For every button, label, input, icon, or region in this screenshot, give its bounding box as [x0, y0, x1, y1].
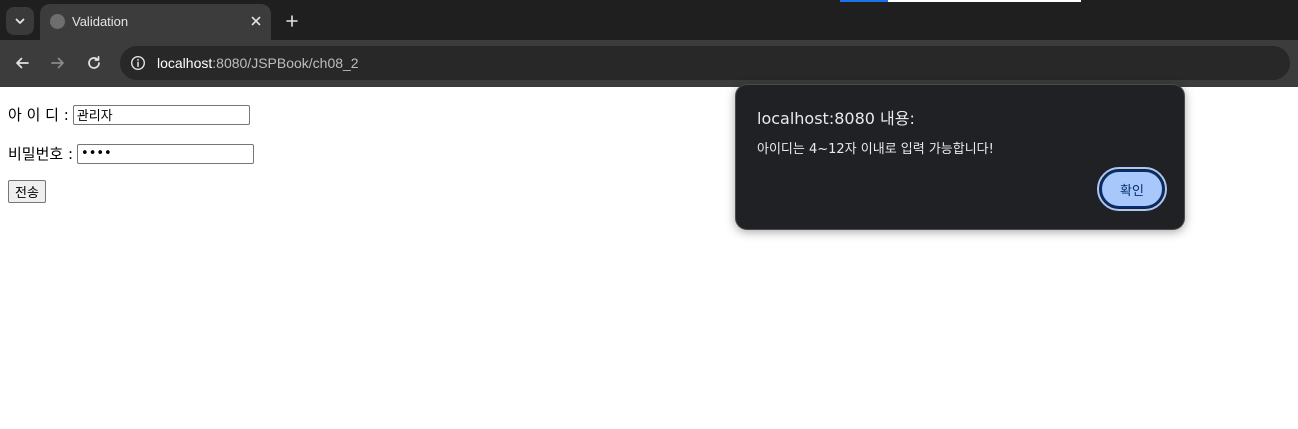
url-host: localhost: [157, 55, 213, 71]
plus-icon: [286, 15, 298, 27]
reload-icon: [88, 55, 100, 69]
tab-close-button[interactable]: [247, 12, 265, 30]
new-tab-button[interactable]: [280, 9, 304, 33]
url-path: :8080/JSPBook/ch08_2: [212, 55, 359, 71]
submit-button[interactable]: 전송: [8, 180, 46, 203]
forward-button[interactable]: [46, 51, 70, 75]
tab-validation[interactable]: Validation: [40, 4, 271, 40]
close-icon: [251, 16, 261, 26]
browser-toolbar: localhost:8080/JSPBook/ch08_2: [0, 40, 1298, 87]
tab-search-button[interactable]: [6, 7, 34, 35]
url-text: localhost:8080/JSPBook/ch08_2: [157, 55, 359, 71]
alert-ok-button[interactable]: 확인: [1097, 167, 1167, 211]
back-button[interactable]: [10, 51, 34, 75]
accent-bar-blue: [840, 0, 888, 2]
password-row: 비밀번호 :: [8, 143, 255, 164]
tab-title: Validation: [72, 14, 129, 29]
info-icon: [130, 55, 146, 71]
arrow-left-icon: [16, 57, 29, 69]
arrow-right-icon: [51, 57, 64, 69]
site-info-button[interactable]: [128, 53, 148, 73]
alert-dialog: localhost:8080 내용: 아이디는 4~12자 이내로 입력 가능합…: [735, 84, 1185, 230]
password-label: 비밀번호 :: [8, 145, 74, 163]
alert-title: localhost:8080 내용:: [757, 109, 915, 128]
accent-bar-white: [888, 0, 1081, 2]
alert-message: 아이디는 4~12자 이내로 입력 가능합니다!: [757, 142, 994, 157]
reload-button[interactable]: [82, 51, 106, 75]
tab-strip: Validation: [0, 0, 1298, 40]
password-input[interactable]: [77, 143, 255, 164]
globe-icon: [50, 14, 65, 29]
id-row: 아 이 디 :: [8, 104, 250, 125]
id-input[interactable]: [72, 104, 250, 125]
id-label: 아 이 디 :: [8, 106, 69, 124]
chevron-down-icon: [15, 18, 25, 24]
address-bar[interactable]: localhost:8080/JSPBook/ch08_2: [120, 46, 1290, 80]
